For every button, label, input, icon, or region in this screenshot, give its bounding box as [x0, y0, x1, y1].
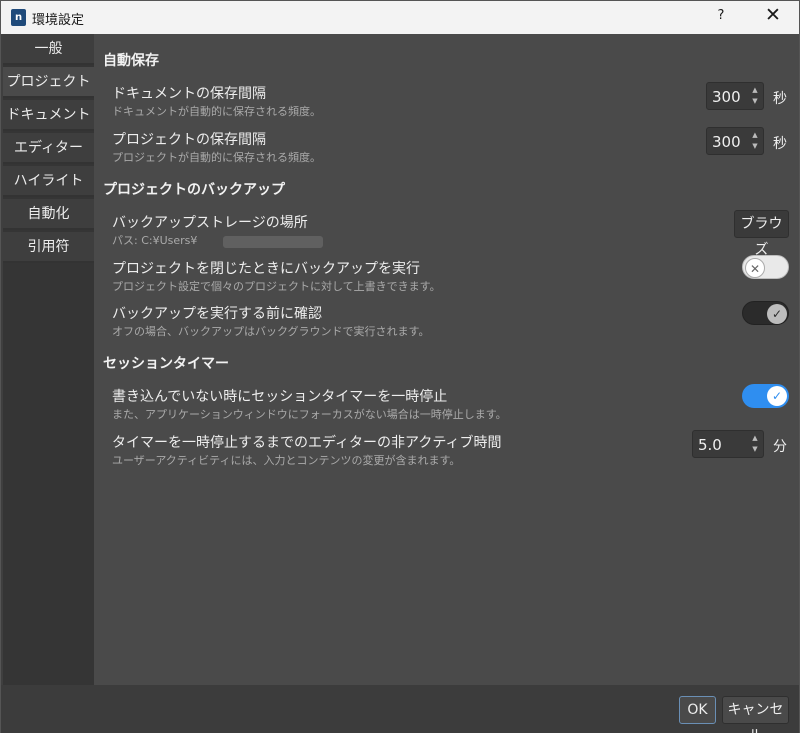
document-save-interval-desc: ドキュメントが自動的に保存される頻度。: [112, 105, 321, 118]
project-save-interval-label: プロジェクトの保存間隔: [112, 132, 266, 148]
backup-location-label: バックアップストレージの場所: [112, 215, 308, 231]
backup-confirm-desc: オフの場合、バックアップはバックグラウンドで実行されます。: [112, 325, 430, 338]
dialog-footer: OK キャンセル: [1, 685, 799, 733]
project-save-interval-unit: 秒: [773, 136, 787, 152]
project-save-interval-desc: プロジェクトが自動的に保存される頻度。: [112, 151, 321, 164]
inactive-time-desc: ユーザーアクティビティには、入力とコンテンツの変更が含まれます。: [112, 454, 461, 467]
close-button[interactable]: ✕: [763, 4, 783, 26]
document-save-interval-spinbox[interactable]: 300 ▲ ▼: [706, 82, 764, 110]
ok-button[interactable]: OK: [679, 696, 716, 724]
spin-arrows-icon[interactable]: ▲ ▼: [749, 130, 761, 152]
sidebar-item-general[interactable]: 一般: [3, 34, 94, 65]
sidebar-item-highlight[interactable]: ハイライト: [3, 166, 94, 197]
backup-on-close-toggle[interactable]: ✕: [742, 255, 789, 279]
section-title-session-timer: セッションタイマー: [103, 356, 229, 372]
sidebar: 一般 プロジェクト ドキュメント エディター ハイライト 自動化 引用符: [3, 34, 94, 685]
spin-arrows-icon[interactable]: ▲ ▼: [749, 433, 761, 455]
cancel-button[interactable]: キャンセル: [722, 696, 789, 733]
backup-location-path-text: パス: C:¥Users¥: [112, 234, 198, 247]
check-icon: ✓: [767, 386, 787, 406]
inactive-time-label: タイマーを一時停止するまでのエディターの非アクティブ時間: [112, 435, 502, 451]
backup-confirm-toggle[interactable]: ✓: [742, 301, 789, 325]
spin-arrows-icon[interactable]: ▲ ▼: [749, 85, 761, 107]
document-save-interval-unit: 秒: [773, 91, 787, 107]
sidebar-item-quotes[interactable]: 引用符: [3, 232, 94, 263]
pause-timer-toggle[interactable]: ✓: [742, 384, 789, 408]
preferences-dialog: n 環境設定 ? ✕ 一般 プロジェクト ドキュメント エディター ハイライト …: [0, 0, 800, 733]
backup-on-close-label: プロジェクトを閉じたときにバックアップを実行: [112, 261, 420, 277]
settings-panel: 自動保存 ドキュメントの保存間隔 ドキュメントが自動的に保存される頻度。 300…: [94, 34, 799, 685]
window-title: 環境設定: [32, 13, 85, 28]
title-bar: n 環境設定 ? ✕: [1, 1, 799, 34]
sidebar-item-project[interactable]: プロジェクト: [3, 67, 94, 98]
redacted-path: [223, 236, 323, 248]
document-save-interval-label: ドキュメントの保存間隔: [112, 86, 266, 102]
pause-timer-desc: また、アプリケーションウィンドウにフォーカスがない場合は一時停止します。: [112, 408, 507, 421]
section-title-backup: プロジェクトのバックアップ: [103, 182, 285, 198]
inactive-time-unit: 分: [773, 439, 787, 455]
sidebar-item-document[interactable]: ドキュメント: [3, 100, 94, 131]
project-save-interval-value: 300: [712, 133, 741, 151]
browse-button[interactable]: ブラウズ: [734, 210, 789, 258]
pause-timer-label: 書き込んでいない時にセッションタイマーを一時停止: [112, 389, 448, 405]
sidebar-item-editor[interactable]: エディター: [3, 133, 94, 164]
inactive-time-spinbox[interactable]: 5.0 ▲ ▼: [692, 430, 764, 458]
sidebar-item-automation[interactable]: 自動化: [3, 199, 94, 230]
backup-location-path: パス: C:¥Users¥: [112, 232, 323, 248]
backup-confirm-label: バックアップを実行する前に確認: [112, 306, 322, 322]
section-title-autosave: 自動保存: [103, 53, 159, 69]
document-save-interval-value: 300: [712, 88, 741, 106]
inactive-time-value: 5.0: [698, 436, 722, 454]
check-icon: ✓: [767, 304, 787, 324]
backup-on-close-desc: プロジェクト設定で個々のプロジェクトに対して上書きできます。: [112, 280, 441, 293]
app-icon: n: [11, 9, 26, 26]
help-button[interactable]: ?: [713, 8, 729, 23]
close-icon: ✕: [745, 258, 765, 278]
project-save-interval-spinbox[interactable]: 300 ▲ ▼: [706, 127, 764, 155]
